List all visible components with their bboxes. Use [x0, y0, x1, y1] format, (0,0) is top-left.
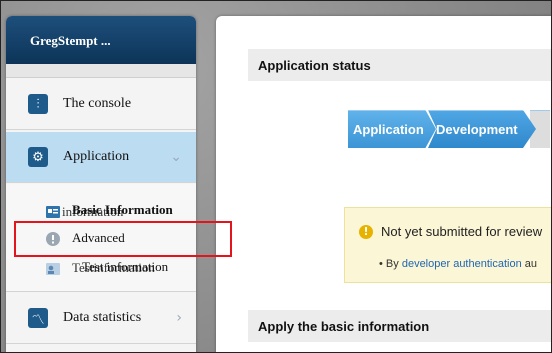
- sidebar-separator: [6, 64, 196, 78]
- sidebar-item-data-statistics[interactable]: 〽 Data statistics ›: [6, 293, 196, 344]
- main-panel: Application status Application Developme…: [216, 16, 552, 353]
- notice-title: Not yet submitted for review: [381, 224, 543, 239]
- submenu-item-basic-information[interactable]: information Basic Information: [6, 202, 196, 222]
- sidebar-item-label: The console: [63, 96, 132, 111]
- highlight-box: [14, 221, 232, 257]
- section-header-apply-basic-info: Apply the basic information: [248, 310, 552, 342]
- sidebar-item-application[interactable]: ⚙ Application ⌄: [6, 132, 196, 183]
- sidebar-item-label: Application: [63, 149, 130, 164]
- developer-authentication-link[interactable]: developer authentication: [402, 258, 522, 270]
- sidebar: GregStempt ... ⫶ The console ⚙ Applicati…: [6, 16, 196, 353]
- sidebar-item-label: Data statistics: [63, 310, 142, 325]
- progress-steps: Application Development: [348, 110, 550, 148]
- id-card-icon: [46, 206, 60, 218]
- submenu-item-label: Test information: [82, 259, 169, 274]
- bullet-icon: •: [379, 258, 383, 270]
- console-icon: ⫶: [28, 94, 48, 114]
- notice-sub-prefix: By: [385, 258, 399, 270]
- warning-icon: !: [359, 225, 373, 239]
- chart-icon: 〽: [28, 308, 48, 328]
- step-development: Development: [428, 110, 536, 148]
- section-header-application-status: Application status: [248, 49, 552, 81]
- submenu-item-label: Basic Information: [72, 202, 173, 217]
- chevron-right-icon: ›: [176, 310, 182, 326]
- notice-subtext: • By developer authentication au: [379, 258, 537, 270]
- sidebar-item-console[interactable]: ⫶ The console: [6, 79, 196, 130]
- step-application: Application: [348, 110, 436, 148]
- users-icon: [46, 263, 60, 275]
- notice-sub-suffix: au: [524, 258, 538, 270]
- gear-icon: ⚙: [28, 147, 48, 167]
- submenu-item-test-information[interactable]: Testinformation Test information: [6, 259, 196, 279]
- review-notice: ! Not yet submitted for review • By deve…: [344, 207, 552, 283]
- account-name[interactable]: GregStempt ...: [6, 16, 196, 64]
- chevron-down-icon: ⌄: [170, 149, 182, 165]
